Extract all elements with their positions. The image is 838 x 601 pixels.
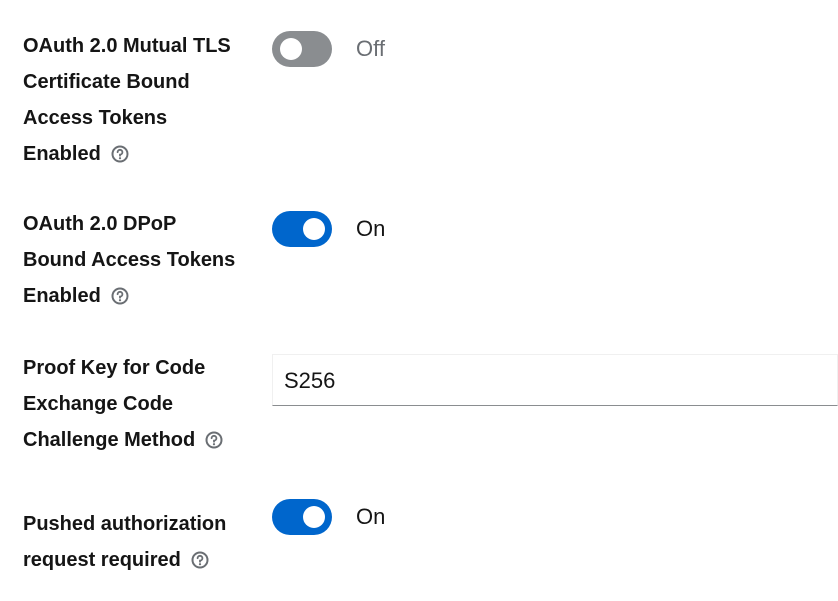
label-line: Challenge Method (23, 429, 196, 451)
pkce-method-value: S256 (284, 368, 336, 393)
par-required-state: On (356, 504, 386, 529)
switch-knob (280, 38, 302, 60)
dpop-bound-tokens-state: On (356, 216, 386, 241)
dpop-bound-tokens-label: OAuth 2.0 DPoP Bound Access Tokens Enabl… (23, 206, 253, 314)
mtls-bound-tokens-state: Off (356, 36, 385, 61)
label-line: Pushed authorization (23, 513, 227, 535)
help-circle-icon[interactable] (191, 551, 209, 569)
client-advanced-settings-form: OAuth 2.0 Mutual TLS Certificate Bound A… (0, 0, 838, 601)
label-line: request required (23, 549, 181, 571)
par-required-switch[interactable] (272, 499, 332, 535)
help-circle-icon[interactable] (205, 431, 223, 449)
switch-knob (303, 218, 325, 240)
pkce-method-label: Proof Key for Code Exchange Code Challen… (23, 350, 253, 458)
mtls-bound-tokens-label: OAuth 2.0 Mutual TLS Certificate Bound A… (23, 28, 253, 172)
dpop-bound-tokens-switch[interactable] (272, 211, 332, 247)
pkce-method-select[interactable]: S256 (272, 354, 838, 406)
label-line: Proof Key for Code (23, 357, 206, 379)
label-line: Access Tokens (23, 107, 168, 129)
label-line: Certificate Bound (23, 71, 190, 93)
label-line: Enabled (23, 285, 101, 307)
label-line: Bound Access Tokens (23, 249, 236, 271)
label-line: OAuth 2.0 DPoP (23, 213, 177, 235)
help-circle-icon[interactable] (111, 145, 129, 163)
label-line: Enabled (23, 143, 101, 165)
switch-knob (303, 506, 325, 528)
par-required-label: Pushed authorization request required (23, 506, 253, 578)
help-circle-icon[interactable] (111, 287, 129, 305)
label-line: Exchange Code (23, 393, 174, 415)
mtls-bound-tokens-switch[interactable] (272, 31, 332, 67)
label-line: OAuth 2.0 Mutual TLS (23, 35, 231, 57)
